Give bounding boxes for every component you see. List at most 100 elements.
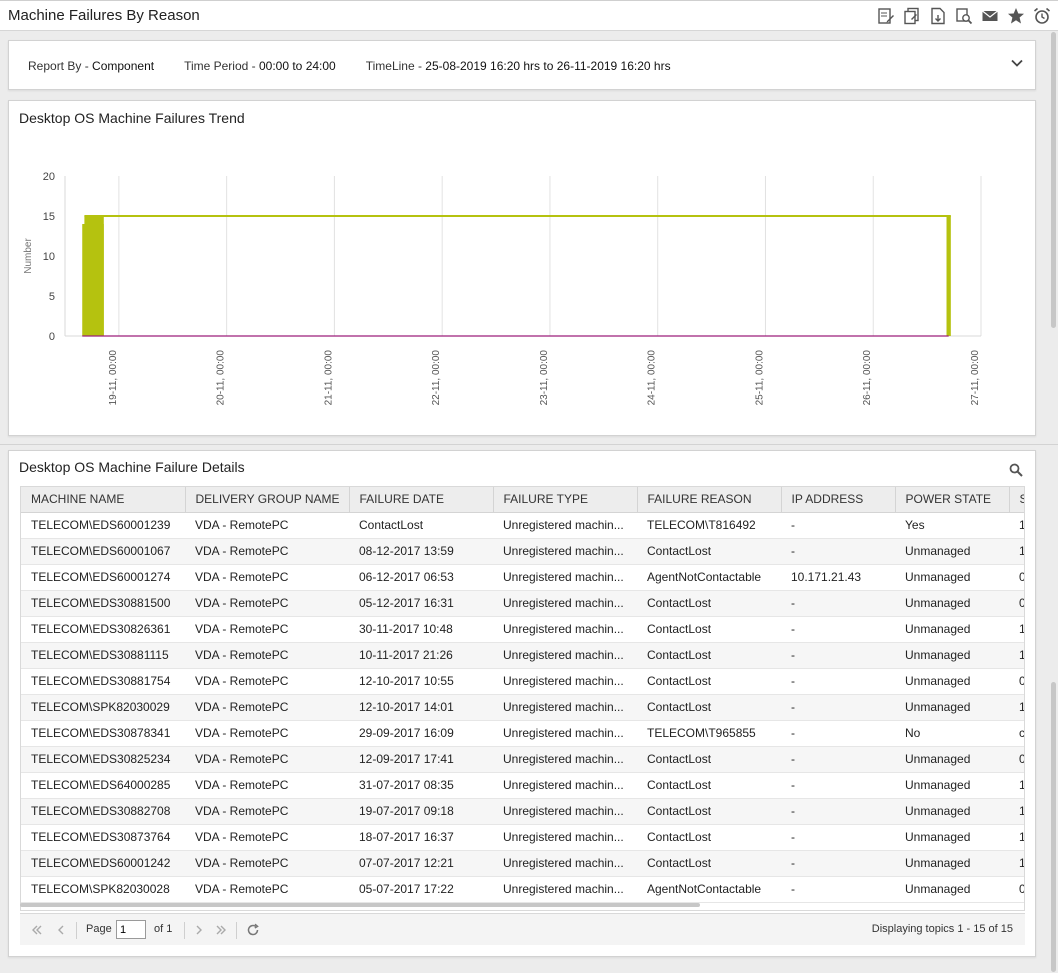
next-page-icon[interactable] <box>192 923 206 937</box>
table-cell: TELECOM\EDS30882708 <box>21 798 185 825</box>
x-tick-label: 24-11, 00:00 <box>647 350 658 406</box>
pager-divider <box>184 922 185 939</box>
table-cell: 05-12-2017 16:31 <box>349 590 493 617</box>
table-cell: No <box>895 720 1009 747</box>
table-cell: 31-07-2017 08:35 <box>349 772 493 799</box>
edit-report-icon[interactable] <box>876 6 896 26</box>
column-header[interactable]: IP ADDRESS <box>781 487 896 513</box>
search-icon[interactable] <box>1009 463 1023 477</box>
table-cell: Unregistered machin... <box>493 850 637 877</box>
email-icon[interactable] <box>980 6 1000 26</box>
table-header-row: MACHINE NAME DELIVERY GROUP NAME FAILURE D… <box>21 487 1024 513</box>
report-toolbar <box>876 6 1052 26</box>
table-cell: 1 <box>1009 616 1024 643</box>
table-cell: TELECOM\EDS30878341 <box>21 720 185 747</box>
horizontal-scrollbar[interactable] <box>20 903 700 907</box>
table-cell: Unregistered machin... <box>493 642 637 669</box>
table-cell: Unmanaged <box>895 642 1009 669</box>
table-row[interactable]: TELECOM\SPK82030028 VDA - RemotePC 05-07-2… <box>21 876 1024 903</box>
table-cell: VDA - RemotePC <box>185 616 349 643</box>
area-band-left <box>84 216 104 336</box>
table-cell: ContactLost <box>637 538 781 565</box>
column-header[interactable]: POWER STATE <box>895 487 1010 513</box>
table-row[interactable]: TELECOM\EDS60001274 VDA - RemotePC 06-12-2… <box>21 564 1024 591</box>
table-cell: Unregistered machin... <box>493 798 637 825</box>
table-row[interactable]: TELECOM\EDS30878341 VDA - RemotePC 29-09-2… <box>21 720 1024 747</box>
table-cell: ContactLost <box>637 798 781 825</box>
table-row[interactable]: TELECOM\EDS64000285 VDA - RemotePC 31-07-2… <box>21 772 1024 799</box>
table-cell: 08-12-2017 13:59 <box>349 538 493 565</box>
details-panel-title: Desktop OS Machine Failure Details <box>19 459 245 475</box>
report-by-value: Component <box>92 59 155 73</box>
table-row[interactable]: TELECOM\EDS30825234 VDA - RemotePC 12-09-2… <box>21 746 1024 773</box>
scrollbar-thumb-lower[interactable] <box>1051 682 1056 972</box>
table-row[interactable]: TELECOM\SPK82030029 VDA - RemotePC 12-10-2… <box>21 694 1024 721</box>
scrollbar-thumb[interactable] <box>1051 32 1056 328</box>
report-by-filter: Report By - Component <box>28 59 154 73</box>
table-cell: 1 <box>1009 512 1024 539</box>
table-row[interactable]: TELECOM\EDS60001242 VDA - RemotePC 07-07-2… <box>21 850 1024 877</box>
table-cell: TELECOM\EDS60001239 <box>21 512 185 539</box>
column-header[interactable]: FAILURE DATE <box>349 487 494 513</box>
column-header[interactable]: DELIVERY GROUP NAME <box>185 487 350 513</box>
page-scrollbar[interactable] <box>1049 32 1057 972</box>
table-cell: ContactLost <box>637 642 781 669</box>
table-cell: Unmanaged <box>895 590 1009 617</box>
refresh-icon[interactable] <box>246 923 260 937</box>
table-cell: Unmanaged <box>895 824 1009 851</box>
first-page-icon[interactable] <box>30 923 44 937</box>
table-row[interactable]: TELECOM\EDS30881115 VDA - RemotePC 10-11-2… <box>21 642 1024 669</box>
last-page-icon[interactable] <box>214 923 228 937</box>
column-header[interactable]: S <box>1009 487 1024 513</box>
favorite-star-icon[interactable] <box>1006 6 1026 26</box>
table-cell: 12-09-2017 17:41 <box>349 746 493 773</box>
y-axis-label: Number <box>23 238 34 274</box>
alarm-clock-icon[interactable] <box>1032 6 1052 26</box>
table-cell: TELECOM\EDS30881500 <box>21 590 185 617</box>
table-row[interactable]: TELECOM\EDS30826361 VDA - RemotePC 30-11-2… <box>21 616 1024 643</box>
column-header[interactable]: FAILURE TYPE <box>493 487 638 513</box>
table-cell: 05-07-2017 17:22 <box>349 876 493 903</box>
table-cell: Yes <box>895 512 1009 539</box>
table-cell: Unregistered machin... <box>493 720 637 747</box>
timeline-filter: TimeLine - 25-08-2019 16:20 hrs to 26-11… <box>366 59 671 73</box>
page-number-input[interactable] <box>116 920 146 939</box>
table-row[interactable]: TELECOM\EDS60001239 VDA - RemotePC Contact… <box>21 512 1024 539</box>
table-cell: 07-07-2017 12:21 <box>349 850 493 877</box>
column-header[interactable]: MACHINE NAME <box>21 487 186 513</box>
chevron-down-icon[interactable] <box>1009 55 1025 71</box>
table-cell: VDA - RemotePC <box>185 876 349 903</box>
table-cell: 1 <box>1009 694 1024 721</box>
display-count-text: Displaying topics 1 - 15 of 15 <box>871 923 1013 935</box>
copy-report-icon[interactable] <box>902 6 922 26</box>
table-row[interactable]: TELECOM\EDS60001067 VDA - RemotePC 08-12-2… <box>21 538 1024 565</box>
table-row[interactable]: TELECOM\EDS30882708 VDA - RemotePC 19-07-2… <box>21 798 1024 825</box>
table-cell: 30-11-2017 10:48 <box>349 616 493 643</box>
details-panel: Desktop OS Machine Failure Details MACHI… <box>8 450 1036 957</box>
table-cell: Unregistered machin... <box>493 876 637 903</box>
timeline-label: TimeLine - <box>365 59 426 73</box>
previous-page-icon[interactable] <box>54 923 68 937</box>
table-cell: 06-12-2017 06:53 <box>349 564 493 591</box>
time-period-label: Time Period - <box>184 59 259 73</box>
table-cell: 12-10-2017 10:55 <box>349 668 493 695</box>
column-header[interactable]: FAILURE REASON <box>637 487 782 513</box>
table-cell: 19-07-2017 09:18 <box>349 798 493 825</box>
table-row[interactable]: TELECOM\EDS30881500 VDA - RemotePC 05-12-2… <box>21 590 1024 617</box>
pagination-bar: Page of 1 Displaying topics 1 - 15 of 15 <box>20 913 1025 945</box>
table-cell: VDA - RemotePC <box>185 642 349 669</box>
table-cell: 0 <box>1009 876 1024 903</box>
area-band-right <box>946 216 951 336</box>
table-cell: - <box>781 590 895 617</box>
table-cell: 1 <box>1009 824 1024 851</box>
table-cell: VDA - RemotePC <box>185 512 349 539</box>
table-cell: - <box>781 824 895 851</box>
table-row[interactable]: TELECOM\EDS30881754 VDA - RemotePC 12-10-2… <box>21 668 1024 695</box>
table-cell: 1 <box>1009 538 1024 565</box>
x-tick-label: 25-11, 00:00 <box>754 350 765 406</box>
table-row[interactable]: TELECOM\EDS30873764 VDA - RemotePC 18-07-2… <box>21 824 1024 851</box>
export-pdf-icon[interactable] <box>928 6 948 26</box>
table-cell: 18-07-2017 16:37 <box>349 824 493 851</box>
print-preview-icon[interactable] <box>954 6 974 26</box>
chart-panel: Desktop OS Machine Failures Trend 0 5 10 15… <box>8 100 1036 436</box>
